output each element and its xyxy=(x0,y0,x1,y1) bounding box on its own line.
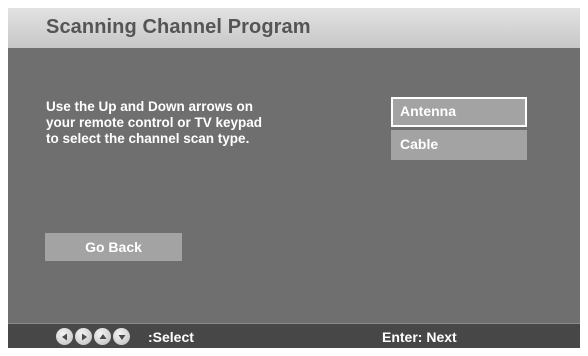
footer-bar: :Select Enter: Next xyxy=(8,323,580,348)
select-hint: :Select xyxy=(148,329,194,345)
right-arrow-icon xyxy=(75,328,92,345)
instructions-line: to select the channel scan type. xyxy=(46,131,250,146)
antenna-option-label: Antenna xyxy=(400,103,456,119)
instructions-line: your remote control or TV keypad xyxy=(46,115,263,130)
up-arrow-icon xyxy=(94,328,111,345)
go-back-label: Go Back xyxy=(85,239,142,255)
instructions-text: Use the Up and Down arrows on your remot… xyxy=(46,99,366,147)
title-bar: Scanning Channel Program xyxy=(8,8,580,48)
scan-channel-screen: Scanning Channel Program Use the Up and … xyxy=(8,8,580,348)
down-arrow-icon xyxy=(113,328,130,345)
cable-option[interactable]: Cable xyxy=(391,130,527,160)
enter-next-hint: Enter: Next xyxy=(382,329,457,345)
antenna-option[interactable]: Antenna xyxy=(391,97,527,127)
nav-arrows xyxy=(56,328,130,345)
go-back-button[interactable]: Go Back xyxy=(45,233,182,261)
cable-option-label: Cable xyxy=(400,136,439,152)
instructions-line: Use the Up and Down arrows on xyxy=(46,99,254,114)
page-title: Scanning Channel Program xyxy=(46,16,311,38)
left-arrow-icon xyxy=(56,328,73,345)
